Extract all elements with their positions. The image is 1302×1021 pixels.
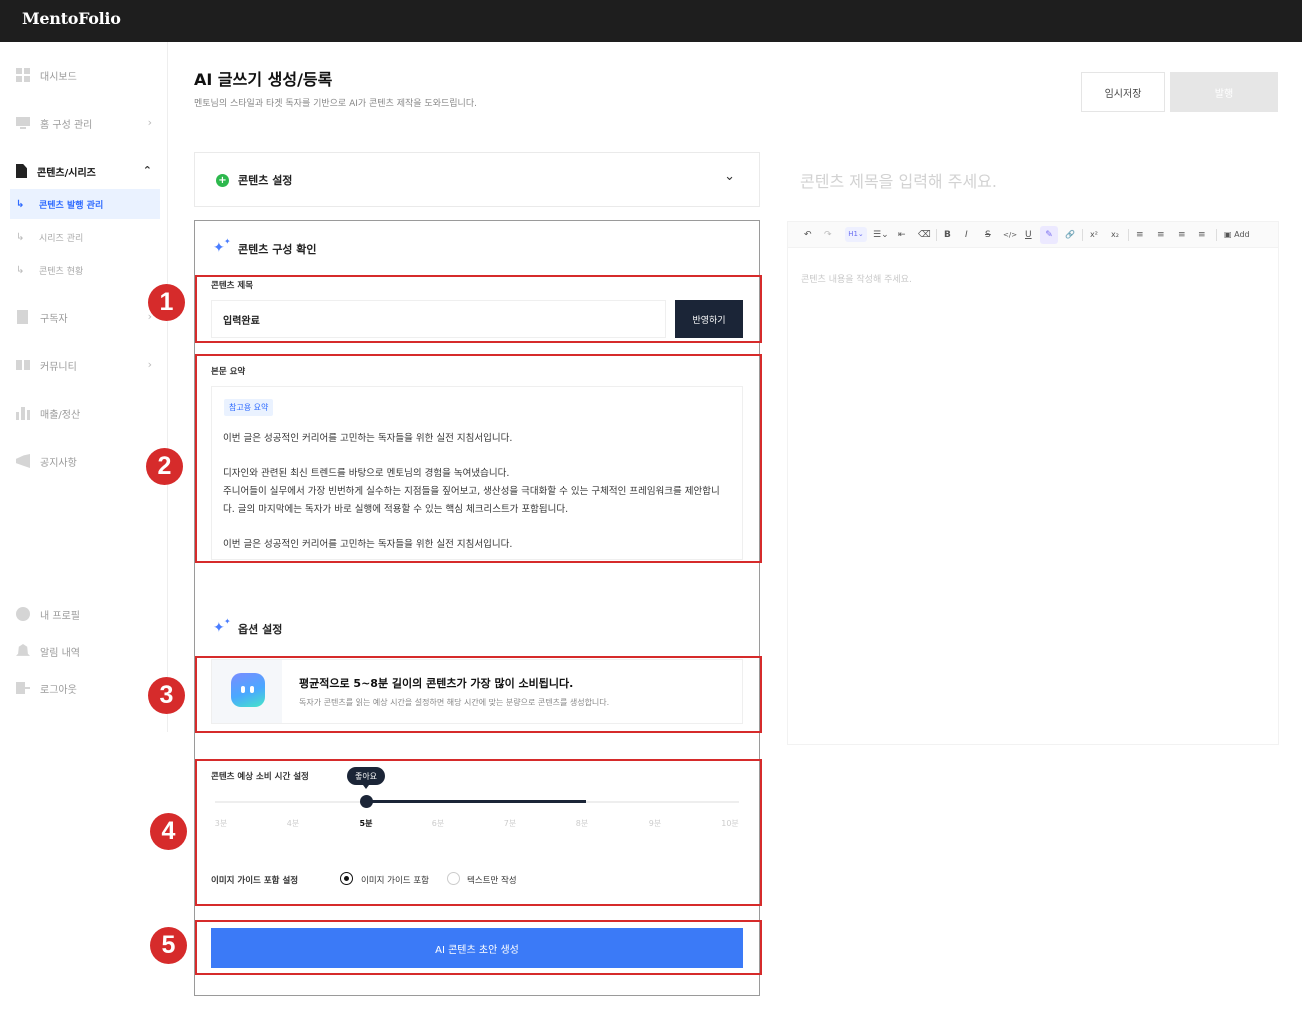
- editor-title-input[interactable]: 콘텐츠 제목을 입력해 주세요.: [800, 168, 997, 192]
- monitor-icon: [16, 116, 30, 130]
- sidebar-item-label: 매출/정산: [40, 409, 81, 421]
- content-settings-label: 콘텐츠 설정: [238, 174, 293, 187]
- megaphone-icon: [16, 454, 30, 468]
- profile-icon: [16, 607, 30, 621]
- sub-arrow-icon: ↳: [16, 264, 25, 276]
- italic-icon[interactable]: I: [965, 228, 968, 242]
- sidebar-item-label: 로그아웃: [40, 684, 77, 696]
- annotation-box-1: [195, 275, 762, 343]
- sidebar-subitem-label: 시리즈 관리: [39, 233, 84, 244]
- sidebar-item-label: 커뮤니티: [40, 361, 77, 373]
- sidebar-item-subscribers[interactable]: 구독자 ›: [16, 307, 160, 327]
- highlight-icon[interactable]: ✎: [1040, 226, 1058, 244]
- clear-format-icon[interactable]: ⌫: [918, 228, 931, 242]
- heading-dropdown[interactable]: H1⌄: [845, 227, 867, 242]
- chevron-up-icon: ⌃: [142, 164, 152, 177]
- sales-icon: [16, 406, 30, 420]
- sidebar-subitem-label: 콘텐츠 발행 관리: [39, 200, 104, 211]
- list-dropdown-icon[interactable]: ☰⌄: [873, 228, 889, 242]
- annotation-number: 5: [150, 927, 187, 964]
- sparkle-icon: ✦ ✦: [213, 237, 231, 256]
- sidebar-item-label: 내 프로필: [40, 610, 80, 622]
- sidebar-item-home-config[interactable]: 홈 구성 관리 ›: [16, 113, 160, 133]
- align-center-icon[interactable]: ≡: [1157, 228, 1165, 242]
- image-icon: ▣: [1224, 230, 1235, 239]
- underline-icon[interactable]: U: [1025, 228, 1032, 242]
- annotation-box-4: [195, 759, 762, 906]
- sidebar-item-content-series[interactable]: 콘텐츠/시리즈 ⌃: [16, 161, 160, 181]
- rich-text-editor[interactable]: ↶ ↷ H1⌄ ☰⌄ ⇤ ⌫ B I S </> U ✎ 🔗 x² x₂ ≡ ≡…: [787, 221, 1279, 745]
- sidebar-subitem-series[interactable]: ↳ 시리즈 관리: [10, 222, 160, 252]
- subscriber-icon: [16, 310, 30, 324]
- sidebar-item-logout[interactable]: 로그아웃: [16, 678, 160, 698]
- sparkle-icon: ✦ ✦: [213, 617, 231, 636]
- publish-button[interactable]: 발행: [1170, 72, 1278, 112]
- page-subtitle: 멘토님의 스타일과 타겟 독자를 기반으로 AI가 콘텐츠 제작을 도와드립니다…: [194, 99, 477, 109]
- sidebar-item-dashboard[interactable]: 대시보드: [16, 65, 160, 85]
- brand-logo[interactable]: MentoFolio: [22, 9, 121, 28]
- sub-arrow-icon: ↳: [16, 198, 25, 210]
- top-bar: MentoFolio: [0, 0, 1302, 42]
- sub-arrow-icon: ↳: [16, 231, 25, 243]
- annotation-box-5: [195, 920, 762, 975]
- plus-circle-icon: +: [216, 174, 229, 187]
- strikethrough-icon[interactable]: S: [985, 228, 991, 242]
- dashboard-icon: [16, 68, 30, 82]
- annotation-number: 4: [150, 813, 187, 850]
- sidebar-item-sales[interactable]: 매출/정산: [16, 403, 160, 423]
- sidebar-item-notifications[interactable]: 알림 내역: [16, 641, 160, 661]
- undo-icon[interactable]: ↶: [804, 228, 812, 242]
- annotation-number: 3: [148, 677, 185, 714]
- annotation-box-3: [195, 656, 762, 733]
- document-icon: [16, 164, 27, 178]
- sidebar-item-notice[interactable]: 공지사항: [16, 451, 160, 471]
- community-icon: [16, 358, 30, 372]
- subscript-icon[interactable]: x₂: [1111, 228, 1119, 242]
- sidebar: 대시보드 홈 구성 관리 › 콘텐츠/시리즈 ⌃ ↳ 콘텐츠 발행 관리 ↳ 시…: [0, 42, 168, 732]
- composition-section-title: 콘텐츠 구성 확인: [238, 243, 317, 256]
- bell-icon: [16, 644, 30, 656]
- sidebar-subitem-label: 콘텐츠 현황: [39, 266, 84, 277]
- align-justify-icon[interactable]: ≡: [1198, 228, 1206, 242]
- sidebar-subitem-content-publish[interactable]: ↳ 콘텐츠 발행 관리: [10, 189, 160, 219]
- outdent-icon[interactable]: ⇤: [898, 228, 906, 242]
- sidebar-item-profile[interactable]: 내 프로필: [16, 604, 160, 624]
- add-image-button[interactable]: ▣ Add: [1224, 228, 1250, 242]
- sidebar-item-label: 대시보드: [40, 71, 77, 83]
- chevron-right-icon: ›: [147, 358, 152, 371]
- page-title: AI 글쓰기 생성/등록: [194, 70, 333, 89]
- superscript-icon[interactable]: x²: [1090, 228, 1098, 242]
- sidebar-item-community[interactable]: 커뮤니티 ›: [16, 355, 160, 375]
- logout-icon: [16, 681, 30, 695]
- align-right-icon[interactable]: ≡: [1178, 228, 1186, 242]
- editor-toolbar: ↶ ↷ H1⌄ ☰⌄ ⇤ ⌫ B I S </> U ✎ 🔗 x² x₂ ≡ ≡…: [788, 222, 1278, 248]
- code-icon[interactable]: </>: [1003, 228, 1017, 242]
- content-settings-card[interactable]: + 콘텐츠 설정 ⌄: [194, 152, 760, 207]
- sidebar-item-label: 알림 내역: [40, 647, 80, 659]
- sidebar-item-label: 콘텐츠/시리즈: [37, 167, 96, 179]
- sidebar-item-label: 공지사항: [40, 457, 77, 469]
- annotation-box-2: [195, 354, 762, 563]
- link-icon[interactable]: 🔗: [1065, 228, 1075, 242]
- options-section-title: 옵션 설정: [238, 623, 283, 636]
- bold-icon[interactable]: B: [944, 228, 951, 242]
- align-left-icon[interactable]: ≡: [1136, 228, 1144, 242]
- redo-icon[interactable]: ↷: [824, 228, 832, 242]
- editor-body-placeholder[interactable]: 콘텐츠 내용을 작성해 주세요.: [801, 272, 912, 285]
- annotation-number: 1: [148, 284, 185, 321]
- chevron-right-icon: ›: [147, 116, 152, 129]
- sidebar-item-label: 홈 구성 관리: [40, 119, 93, 131]
- sidebar-subitem-content-status[interactable]: ↳ 콘텐츠 현황: [10, 255, 160, 285]
- annotation-number: 2: [146, 448, 183, 485]
- sidebar-item-label: 구독자: [40, 313, 68, 325]
- chevron-down-icon[interactable]: ⌄: [724, 169, 735, 184]
- save-draft-button[interactable]: 임시저장: [1081, 72, 1165, 112]
